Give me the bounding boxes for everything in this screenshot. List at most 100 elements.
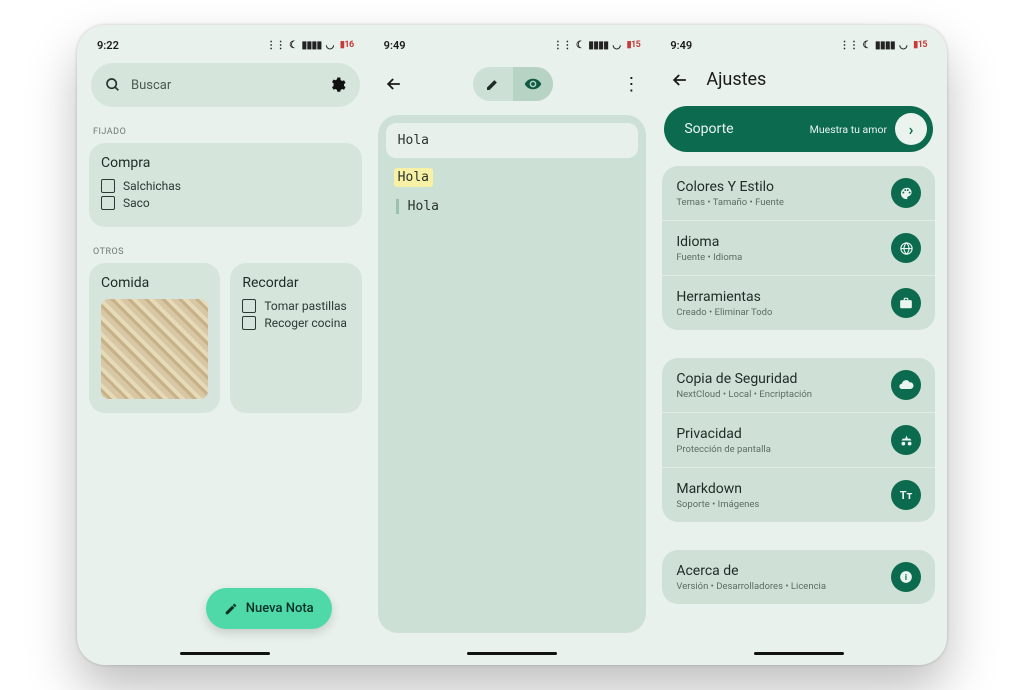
chevron-right-icon: ›: [895, 113, 927, 145]
signal-icon: ▮▮▮▮: [588, 40, 608, 51]
checkbox-icon[interactable]: [242, 316, 256, 330]
cloud-icon: [891, 370, 921, 400]
pane-settings: 9:49 ⋮⋮ ☾ ▮▮▮▮ ◡ ▮15 Ajustes Soporte Mue…: [662, 35, 935, 659]
note-line-indented: Hola: [386, 195, 639, 218]
wifi-icon: ◡: [326, 40, 334, 51]
status-time: 9:49: [670, 39, 692, 52]
settings-item-language[interactable]: Idioma Fuente • Idioma: [662, 221, 935, 276]
note-card-comida[interactable]: Comida: [89, 263, 220, 413]
settings-item-title: Herramientas: [676, 289, 772, 305]
pane-note-editor: 9:49 ⋮⋮ ☾ ▮▮▮▮ ◡ ▮15 ⋮: [376, 35, 649, 659]
status-icons: ⋮⋮ ☾ ▮▮▮▮ ◡ ▮15: [553, 40, 641, 51]
settings-item-title: Colores Y Estilo: [676, 179, 784, 195]
search-placeholder: Buscar: [131, 78, 328, 93]
card-title: Comida: [101, 275, 208, 291]
edit-preview-toggle[interactable]: [473, 67, 553, 101]
support-button[interactable]: Soporte Muestra tu amor ›: [664, 106, 933, 152]
settings-item-sub: Temas • Tamaño • Fuente: [676, 197, 784, 208]
settings-item-sub: Fuente • Idioma: [676, 252, 742, 263]
dnd-icon: ☾: [289, 40, 297, 51]
signal-icon: ▮▮▮▮: [302, 40, 322, 51]
note-line-highlighted: Hola: [394, 168, 433, 187]
nav-handle[interactable]: [754, 652, 844, 656]
settings-item-title: Acerca de: [676, 563, 826, 579]
nav-handle[interactable]: [180, 652, 270, 656]
bluetooth-icon: ⋮⋮: [553, 40, 572, 51]
checkbox-icon[interactable]: [242, 299, 256, 313]
section-label-pinned: FIJADO: [93, 127, 358, 137]
gear-icon[interactable]: [328, 76, 346, 94]
settings-item-about[interactable]: Acerca de Versión • Desarrolladores • Li…: [662, 550, 935, 604]
signal-icon: ▮▮▮▮: [875, 40, 895, 51]
note-content-panel: Hola Hola Hola: [378, 115, 647, 633]
page-title: Ajustes: [706, 69, 766, 90]
settings-item-backup[interactable]: Copia de Seguridad NextCloud • Local • E…: [662, 358, 935, 413]
settings-item-title: Privacidad: [676, 426, 771, 442]
card-title: Compra: [101, 155, 350, 171]
checklist-label: Salchichas: [123, 179, 181, 193]
search-icon: [105, 77, 121, 93]
fab-label: Nueva Nota: [246, 601, 314, 616]
bluetooth-icon: ⋮⋮: [840, 40, 859, 51]
checklist-label: Tomar pastillas: [264, 299, 346, 313]
checklist-label: Saco: [123, 196, 150, 210]
settings-item-colors[interactable]: Colores Y Estilo Temas • Tamaño • Fuente: [662, 166, 935, 221]
overflow-menu-icon[interactable]: ⋮: [622, 74, 640, 95]
status-time: 9:22: [97, 39, 119, 52]
new-note-fab[interactable]: Nueva Nota: [206, 588, 332, 629]
status-bar: 9:49 ⋮⋮ ☾ ▮▮▮▮ ◡ ▮15: [376, 35, 649, 63]
checkbox-icon[interactable]: [101, 196, 115, 210]
settings-item-title: Copia de Seguridad: [676, 371, 812, 387]
nav-handle[interactable]: [467, 652, 557, 656]
status-bar: 9:22 ⋮⋮ ☾ ▮▮▮▮ ◡ ▮16: [89, 35, 362, 63]
settings-item-privacy[interactable]: Privacidad Protección de pantalla: [662, 413, 935, 468]
settings-list: Colores Y Estilo Temas • Tamaño • Fuente…: [662, 166, 935, 604]
settings-item-sub: Protección de pantalla: [676, 444, 771, 455]
back-arrow-icon[interactable]: [384, 74, 404, 94]
status-time: 9:49: [384, 39, 406, 52]
support-cta: Muestra tu amor: [810, 123, 887, 136]
settings-item-tools[interactable]: Herramientas Creado • Eliminar Todo: [662, 276, 935, 330]
checkbox-icon[interactable]: [101, 179, 115, 193]
note-card-recordar[interactable]: Recordar Tomar pastillas Recoger cocina: [230, 263, 361, 413]
info-icon: i: [891, 562, 921, 592]
text-icon: Tт: [891, 480, 921, 510]
pencil-icon: [224, 602, 238, 616]
settings-item-sub: Versión • Desarrolladores • Licencia: [676, 581, 826, 592]
note-image: [101, 299, 208, 399]
section-label-others: OTROS: [93, 247, 358, 257]
wifi-icon: ◡: [899, 40, 907, 51]
dnd-icon: ☾: [576, 40, 584, 51]
edit-mode-icon[interactable]: [473, 67, 513, 101]
dnd-icon: ☾: [863, 40, 871, 51]
palette-icon: [891, 178, 921, 208]
bluetooth-icon: ⋮⋮: [266, 40, 285, 51]
device-frame: 9:22 ⋮⋮ ☾ ▮▮▮▮ ◡ ▮16 Buscar FIJADO Compr…: [77, 25, 947, 665]
checklist-item[interactable]: Salchichas: [101, 179, 350, 193]
support-label: Soporte: [684, 121, 733, 137]
settings-item-markdown[interactable]: Markdown Soporte • Imágenes Tт: [662, 468, 935, 522]
note-card-compra[interactable]: Compra Salchichas Saco: [89, 143, 362, 227]
checklist-item[interactable]: Saco: [101, 196, 350, 210]
globe-icon: [891, 233, 921, 263]
svg-text:i: i: [905, 572, 907, 582]
back-arrow-icon[interactable]: [670, 70, 690, 90]
status-bar: 9:49 ⋮⋮ ☾ ▮▮▮▮ ◡ ▮15: [662, 35, 935, 63]
settings-item-sub: Creado • Eliminar Todo: [676, 307, 772, 318]
note-search-input[interactable]: Hola: [386, 123, 639, 158]
wifi-icon: ◡: [612, 40, 620, 51]
preview-mode-icon[interactable]: [513, 67, 553, 101]
checklist-item[interactable]: Recoger cocina: [242, 316, 349, 330]
pane-notes-list: 9:22 ⋮⋮ ☾ ▮▮▮▮ ◡ ▮16 Buscar FIJADO Compr…: [89, 35, 362, 659]
search-bar[interactable]: Buscar: [91, 63, 360, 107]
editor-topbar: ⋮: [376, 63, 649, 115]
settings-item-title: Markdown: [676, 481, 759, 497]
settings-item-title: Idioma: [676, 234, 742, 250]
settings-topbar: Ajustes: [662, 63, 935, 106]
battery-icon: ▮16: [340, 40, 354, 50]
battery-icon: ▮15: [913, 40, 927, 50]
checklist-item[interactable]: Tomar pastillas: [242, 299, 349, 313]
settings-item-sub: Soporte • Imágenes: [676, 499, 759, 510]
status-icons: ⋮⋮ ☾ ▮▮▮▮ ◡ ▮16: [266, 40, 354, 51]
battery-icon: ▮15: [627, 40, 641, 50]
